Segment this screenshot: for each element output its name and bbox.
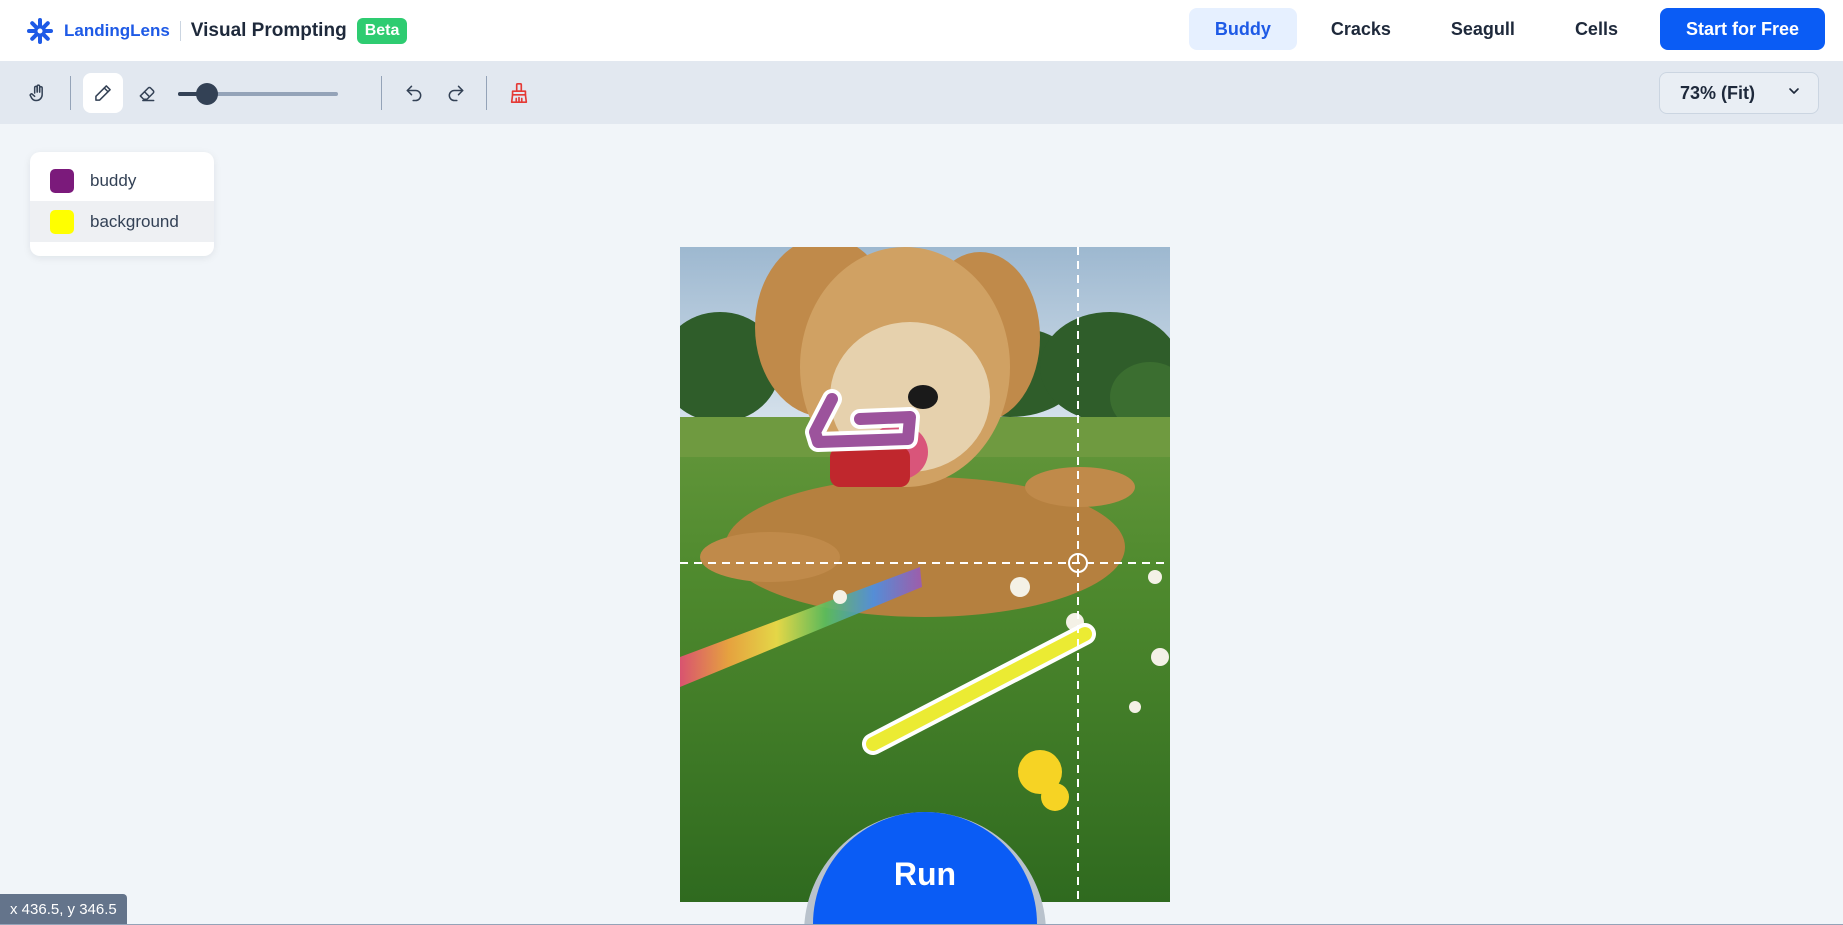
landinglens-logo-icon xyxy=(24,15,56,47)
class-label: background xyxy=(90,211,179,231)
brand-divider xyxy=(179,20,181,41)
class-label: buddy xyxy=(90,170,137,190)
zoom-level: 73% (Fit) xyxy=(1680,82,1756,103)
top-nav-bar: LandingLens Visual Prompting Beta Buddy … xyxy=(0,0,1843,62)
brand: LandingLens Visual Prompting Beta xyxy=(24,15,408,47)
redo-icon[interactable] xyxy=(436,73,476,113)
image-canvas[interactable] xyxy=(680,247,1170,902)
tab-seagull[interactable]: Seagull xyxy=(1425,8,1541,50)
chevron-down-icon xyxy=(1786,83,1802,104)
class-color-swatch xyxy=(50,209,74,234)
product-title: Visual Prompting xyxy=(190,19,347,41)
beta-badge: Beta xyxy=(356,17,408,44)
class-item-background[interactable]: background xyxy=(30,201,214,242)
class-item-buddy[interactable]: buddy xyxy=(30,160,214,201)
zoom-select[interactable]: 73% (Fit) xyxy=(1659,72,1819,114)
tab-cracks[interactable]: Cracks xyxy=(1305,8,1417,50)
cursor-coordinates: x 436.5, y 346.5 xyxy=(0,894,127,924)
toolbar-divider xyxy=(70,76,71,110)
brand-name[interactable]: LandingLens xyxy=(64,21,170,41)
brush-size-slider[interactable] xyxy=(178,83,338,105)
brush-size-thumb[interactable] xyxy=(195,83,218,105)
tab-cells[interactable]: Cells xyxy=(1549,8,1644,50)
tab-buddy[interactable]: Buddy xyxy=(1188,8,1297,50)
start-for-free-button[interactable]: Start for Free xyxy=(1659,8,1825,50)
clear-brush-icon[interactable] xyxy=(499,73,539,113)
toolbar-divider xyxy=(381,76,382,110)
toolbar-divider xyxy=(486,76,487,110)
example-tabs: Buddy Cracks Seagull Cells Start for Fre… xyxy=(1188,8,1825,50)
pencil-icon[interactable] xyxy=(83,73,123,113)
eraser-icon[interactable] xyxy=(127,73,167,113)
undo-icon[interactable] xyxy=(394,73,434,113)
class-color-swatch xyxy=(50,168,74,193)
hand-pan-icon[interactable] xyxy=(18,73,58,113)
class-list: buddy background xyxy=(30,152,214,256)
